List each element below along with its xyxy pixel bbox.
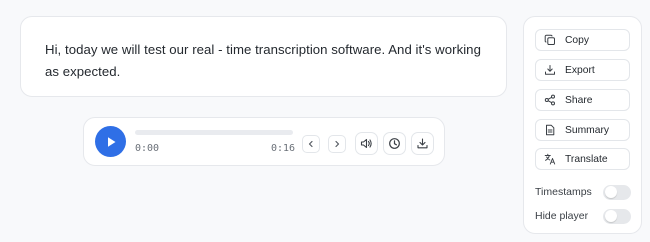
chevron-left-icon bbox=[308, 140, 313, 148]
translate-button[interactable]: Translate bbox=[535, 148, 630, 170]
download-button[interactable] bbox=[411, 132, 434, 155]
transcript-text: Hi, today we will test our real - time t… bbox=[45, 42, 481, 79]
timestamps-toggle[interactable] bbox=[603, 184, 631, 200]
speed-button[interactable] bbox=[383, 132, 406, 155]
translate-icon bbox=[543, 152, 557, 166]
summary-label: Summary bbox=[565, 124, 610, 136]
skip-back-button[interactable] bbox=[302, 135, 320, 153]
toggle-knob bbox=[604, 210, 617, 222]
skip-forward-button[interactable] bbox=[328, 135, 346, 153]
transcript-card: Hi, today we will test our real - time t… bbox=[20, 16, 507, 97]
share-button[interactable]: Share bbox=[535, 89, 630, 111]
page: Hi, today we will test our real - time t… bbox=[0, 0, 650, 242]
total-time: 0:16 bbox=[271, 143, 296, 154]
copy-button[interactable]: Copy bbox=[535, 29, 630, 51]
copy-icon bbox=[543, 33, 557, 47]
clock-icon bbox=[389, 138, 400, 149]
export-icon bbox=[543, 63, 557, 77]
translate-label: Translate bbox=[565, 153, 608, 165]
timestamps-label: Timestamps bbox=[535, 186, 592, 198]
hide-player-toggle-row: Hide player bbox=[535, 207, 631, 225]
download-icon bbox=[417, 138, 428, 149]
volume-icon bbox=[360, 138, 372, 149]
audio-player: 0:00 0:16 bbox=[83, 117, 445, 166]
copy-label: Copy bbox=[565, 34, 590, 46]
export-label: Export bbox=[565, 64, 595, 76]
volume-button[interactable] bbox=[355, 132, 378, 155]
share-label: Share bbox=[565, 94, 593, 106]
summary-icon bbox=[543, 123, 557, 137]
hide-player-toggle[interactable] bbox=[603, 208, 631, 224]
play-button[interactable] bbox=[95, 126, 126, 157]
chevron-right-icon bbox=[335, 140, 340, 148]
actions-panel: Copy Export Share Summary Translate Time… bbox=[523, 16, 642, 234]
progress-bar[interactable] bbox=[135, 130, 293, 135]
timestamps-toggle-row: Timestamps bbox=[535, 183, 631, 201]
current-time: 0:00 bbox=[135, 143, 160, 154]
toggle-knob bbox=[604, 186, 617, 198]
share-icon bbox=[543, 93, 557, 107]
summary-button[interactable]: Summary bbox=[535, 119, 630, 141]
export-button[interactable]: Export bbox=[535, 59, 630, 81]
play-icon bbox=[107, 136, 115, 147]
hide-player-label: Hide player bbox=[535, 210, 589, 222]
